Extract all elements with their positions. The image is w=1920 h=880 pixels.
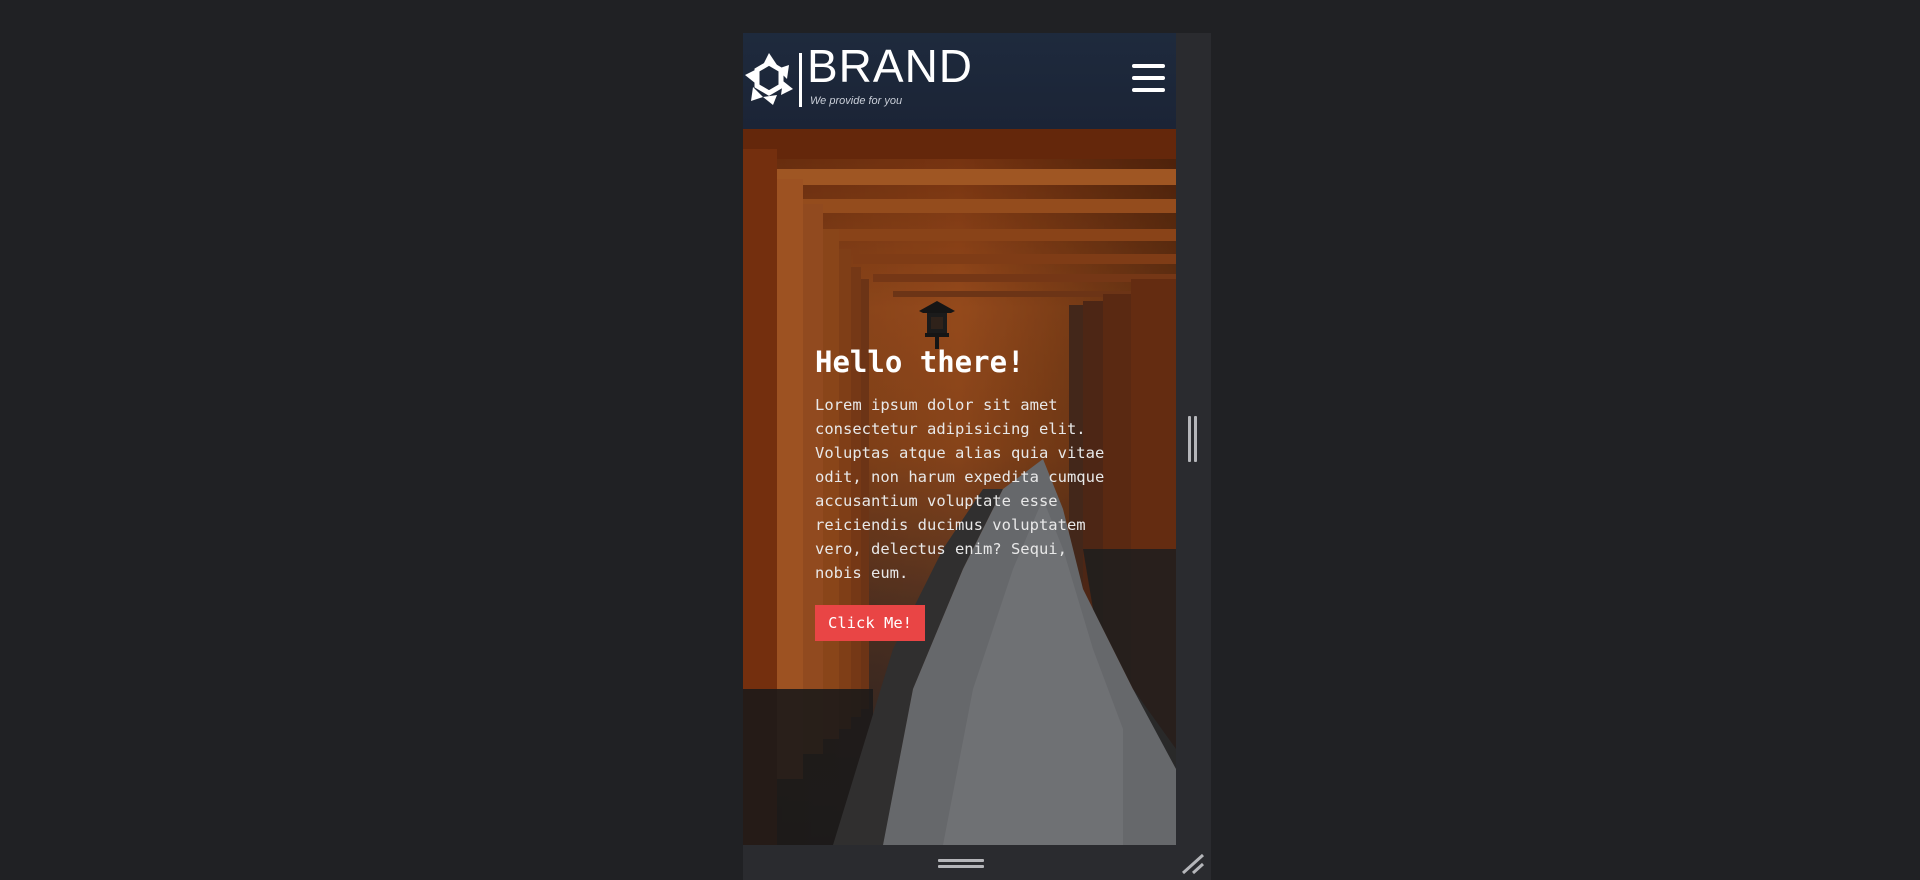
resize-handle-vertical-icon[interactable] [1188, 416, 1198, 462]
hero-content: Hello there! Lorem ipsum dolor sit amet … [815, 345, 1115, 641]
resize-corner-icon[interactable] [1181, 853, 1205, 875]
hero-section: Hello there! Lorem ipsum dolor sit amet … [743, 129, 1176, 845]
hamburger-menu-icon[interactable] [1132, 64, 1165, 94]
hero-title: Hello there! [815, 345, 1025, 379]
resize-handle-horizontal-icon[interactable] [938, 859, 984, 868]
logo-divider [799, 53, 802, 107]
star-logo-icon[interactable] [743, 51, 795, 107]
navbar: BRAND We provide for you [743, 33, 1176, 129]
page-viewport: BRAND We provide for you Hello there! Lo… [743, 33, 1176, 845]
click-me-button[interactable]: Click Me! [815, 604, 925, 641]
responsive-device-frame: BRAND We provide for you Hello there! Lo… [743, 33, 1211, 880]
brand-tagline: We provide for you [810, 95, 903, 107]
hero-description: Lorem ipsum dolor sit amet consectetur a… [815, 395, 1105, 582]
brand-name[interactable]: BRAND [807, 43, 973, 89]
